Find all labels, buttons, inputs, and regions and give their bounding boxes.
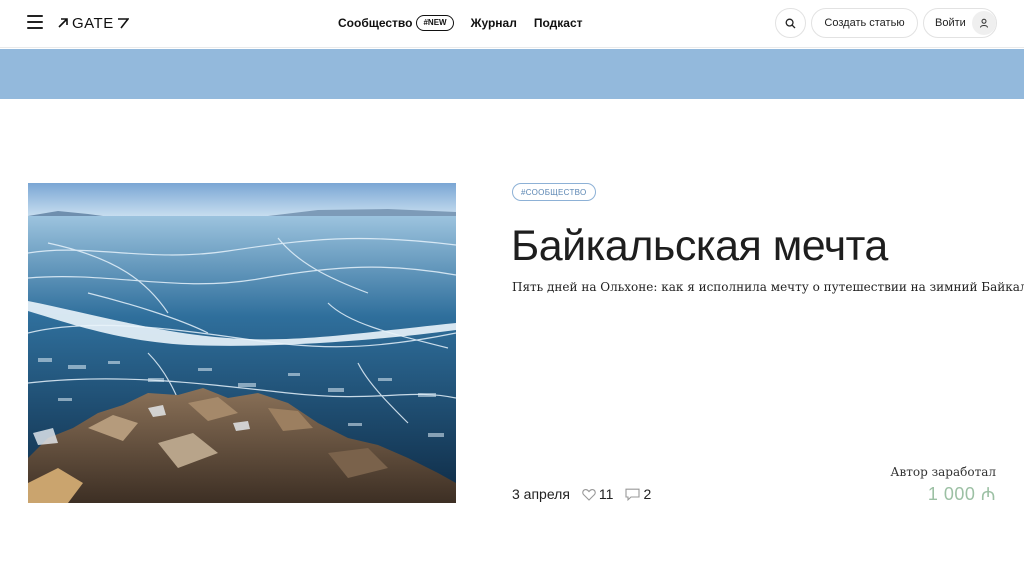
nav-community[interactable]: Сообщество — [338, 16, 412, 30]
nav-journal[interactable]: Журнал — [471, 16, 517, 30]
top-header: GATE Сообщество #NEW Журнал Подкаст Созд… — [0, 0, 1024, 48]
comments-count: 2 — [643, 486, 652, 502]
user-icon — [979, 18, 988, 28]
login-label: Войти — [935, 17, 966, 29]
create-article-button[interactable]: Создать статью — [811, 8, 918, 38]
earnings-value: 1 000 ₼ — [927, 484, 996, 504]
main-nav: Сообщество #NEW Журнал Подкаст — [338, 13, 583, 33]
category-tag[interactable]: #СООБЩЕСТВО — [512, 183, 596, 201]
promo-banner[interactable] — [0, 49, 1024, 99]
article-title[interactable]: Байкальская мечта — [511, 219, 888, 273]
site-logo[interactable]: GATE — [57, 13, 129, 33]
nav-podcast[interactable]: Подкаст — [534, 16, 583, 30]
logo-seven-icon — [117, 18, 129, 29]
avatar — [971, 11, 996, 35]
article-meta: 3 апреля 11 2 — [512, 485, 651, 503]
article-cover-image[interactable] — [28, 183, 456, 503]
new-badge: #NEW — [416, 15, 454, 31]
article-subtitle: Пять дней на Ольхоне: как я исполнила ме… — [512, 280, 1024, 294]
comments-counter[interactable]: 2 — [625, 486, 651, 502]
comment-icon — [625, 488, 641, 501]
logo-text: GATE — [72, 14, 114, 32]
login-button[interactable]: Войти — [923, 8, 997, 38]
author-earnings: Автор заработал 1 000 ₼ — [890, 465, 996, 506]
earnings-label: Автор заработал — [890, 465, 996, 479]
article-date: 3 апреля — [512, 486, 570, 502]
search-icon — [785, 18, 796, 28]
likes-count: 11 — [598, 486, 614, 502]
menu-icon[interactable] — [27, 15, 43, 29]
heart-icon — [582, 488, 596, 501]
logo-arrow-icon — [58, 18, 68, 28]
likes-counter[interactable]: 11 — [582, 486, 614, 502]
search-button[interactable] — [775, 8, 806, 38]
